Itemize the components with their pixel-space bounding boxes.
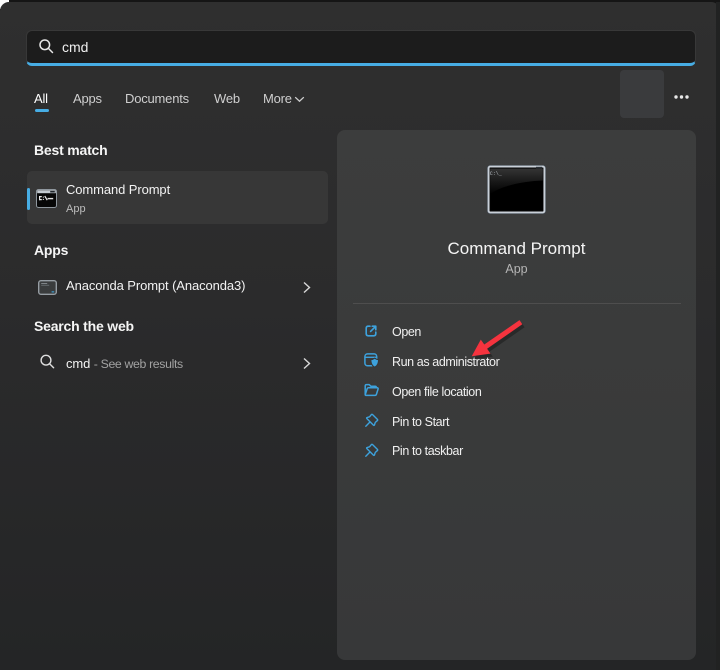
svg-text:C:\_: C:\_ (490, 171, 503, 177)
